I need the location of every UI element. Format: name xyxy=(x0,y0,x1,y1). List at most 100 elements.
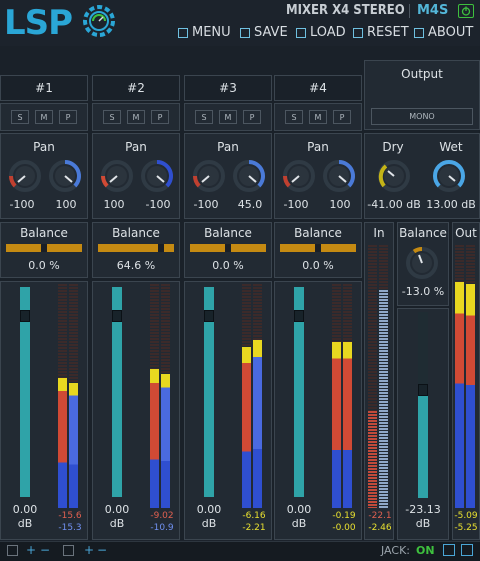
pan-left-knob[interactable] xyxy=(100,159,134,193)
balance-label: Balance xyxy=(204,226,252,240)
balance-slider[interactable] xyxy=(98,244,174,252)
pan-right-knob[interactable] xyxy=(232,159,266,193)
meter-right-fill xyxy=(253,340,262,508)
channel-fader-handle[interactable] xyxy=(294,310,304,322)
meter-left-fill xyxy=(58,378,67,508)
channel-header: #4 xyxy=(274,75,362,101)
phase-button[interactable]: P xyxy=(59,110,77,124)
lsp-logo: LSP xyxy=(4,3,73,43)
balance-slider[interactable] xyxy=(6,244,82,252)
output-balance-knob[interactable] xyxy=(405,246,439,280)
jack-label: JACK: xyxy=(381,544,410,557)
dry-knob[interactable] xyxy=(377,159,411,193)
meter-right-fill xyxy=(69,382,78,508)
about-button[interactable]: ABOUT xyxy=(414,25,473,40)
zoom-out-icon[interactable]: − xyxy=(40,543,50,557)
settings-icon[interactable] xyxy=(461,544,473,556)
wet-knob[interactable] xyxy=(432,159,466,193)
load-button[interactable]: LOAD xyxy=(296,25,346,40)
out-meter-left-fill xyxy=(455,281,464,508)
out-meter-right-value: -5.25 xyxy=(454,523,478,533)
balance-slider[interactable] xyxy=(280,244,356,252)
pan-right-value: 45.0 xyxy=(237,198,263,211)
meter-right-value: -0.00 xyxy=(332,523,356,533)
balance-fill-left xyxy=(98,244,159,252)
dry-label: Dry xyxy=(382,140,404,154)
mute-button[interactable]: M xyxy=(219,110,237,124)
save-button[interactable]: SAVE xyxy=(240,25,288,40)
in-meter-left-fill xyxy=(368,410,377,508)
plugin-code: M4S xyxy=(417,3,449,18)
output-fader-handle[interactable] xyxy=(418,384,428,396)
in-label: In xyxy=(373,226,385,240)
pan-right-value: 100 xyxy=(329,198,351,211)
pan-left-value: -100 xyxy=(9,198,35,211)
phase-button[interactable]: P xyxy=(151,110,169,124)
mute-button[interactable]: M xyxy=(309,110,327,124)
pan-right-value: 100 xyxy=(55,198,77,211)
channel-fader-handle[interactable] xyxy=(112,310,122,322)
pan-left-knob[interactable] xyxy=(282,159,316,193)
channel-meter xyxy=(150,284,170,508)
pan-right-knob[interactable] xyxy=(140,159,174,193)
pan-left-value: 100 xyxy=(103,198,125,211)
in-meter-left-value: -22.1 xyxy=(368,511,392,521)
output-balance-value: -13.0 % xyxy=(401,285,445,298)
dry-value: -41.00 dB xyxy=(367,198,421,211)
pan-left-value: -100 xyxy=(193,198,219,211)
meter-right-value: -15.3 xyxy=(58,523,82,533)
balance-slider[interactable] xyxy=(190,244,266,252)
solo-button[interactable]: S xyxy=(11,110,29,124)
meter-right-fill xyxy=(161,373,170,508)
meter-left-value: -9.02 xyxy=(150,511,174,521)
channel-fader-handle[interactable] xyxy=(204,310,214,322)
balance-fill-right xyxy=(47,244,82,252)
reset-button[interactable]: RESET xyxy=(353,25,409,40)
meter-right-fill xyxy=(343,342,352,508)
pan-left-knob[interactable] xyxy=(192,159,226,193)
window-size-icon[interactable] xyxy=(7,545,18,556)
balance-fill-left xyxy=(190,244,225,252)
solo-button[interactable]: S xyxy=(195,110,213,124)
in-meter-left xyxy=(368,245,377,508)
output-fader-empty xyxy=(418,312,428,390)
pan-left-knob[interactable] xyxy=(8,159,42,193)
in-meter-right-fill xyxy=(379,289,388,508)
font-size-icon[interactable] xyxy=(63,545,74,556)
solo-button[interactable]: S xyxy=(103,110,121,124)
balance-label: Balance xyxy=(20,226,68,240)
pan-right-knob[interactable] xyxy=(322,159,356,193)
mute-button[interactable]: M xyxy=(35,110,53,124)
solo-button[interactable]: S xyxy=(285,110,303,124)
power-button[interactable] xyxy=(458,4,474,18)
power-icon xyxy=(461,6,471,16)
mute-button[interactable]: M xyxy=(127,110,145,124)
help-icon[interactable] xyxy=(443,544,455,556)
channel-header: #2 xyxy=(92,75,180,101)
channel-smp-buttons: S M P xyxy=(274,110,362,124)
menu-button[interactable]: MENU xyxy=(178,25,231,40)
load-icon xyxy=(296,27,306,38)
output-balance-label: Balance xyxy=(399,226,447,240)
in-meter-right-value: -2.46 xyxy=(368,523,392,533)
channel-fader-handle[interactable] xyxy=(20,310,30,322)
zoom-in-icon[interactable]: + xyxy=(26,543,36,557)
mono-button[interactable]: MONO xyxy=(371,108,473,125)
pan-label: Pan xyxy=(307,140,329,154)
phase-button[interactable]: P xyxy=(333,110,351,124)
meter-right xyxy=(343,284,352,508)
font-zoom-out-icon[interactable]: − xyxy=(97,543,107,557)
phase-button[interactable]: P xyxy=(243,110,261,124)
meter-right xyxy=(161,284,170,508)
pan-right-knob[interactable] xyxy=(48,159,82,193)
fader-unit: dB xyxy=(17,517,33,530)
out-meter-left-value: -5.09 xyxy=(454,511,478,521)
pan-label: Pan xyxy=(217,140,239,154)
font-zoom-in-icon[interactable]: + xyxy=(84,543,94,557)
output-fader-value: -23.13 xyxy=(405,503,441,516)
channel-smp-buttons: S M P xyxy=(92,110,180,124)
jack-status[interactable]: ON xyxy=(416,544,435,557)
reset-icon xyxy=(353,27,363,38)
channel-meter xyxy=(58,284,78,508)
channel-meter xyxy=(242,284,262,508)
